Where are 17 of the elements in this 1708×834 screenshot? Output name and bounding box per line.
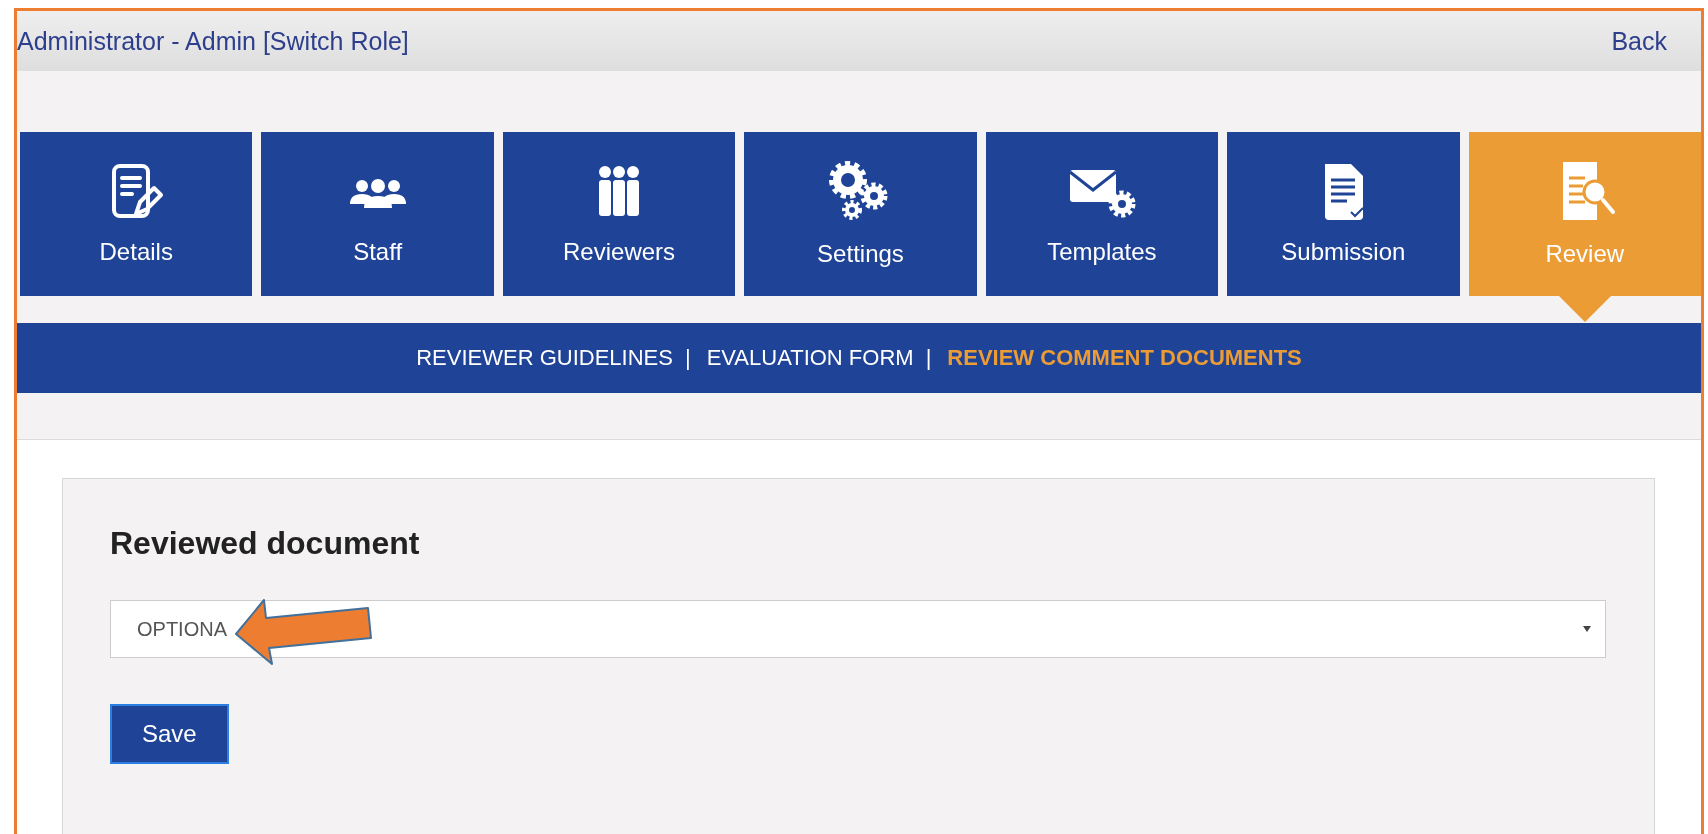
- sub-nav-link[interactable]: EVALUATION FORM: [706, 345, 914, 371]
- sub-nav-link[interactable]: REVIEW COMMENT DOCUMENTS: [947, 345, 1302, 371]
- nav-tab[interactable]: Reviewers: [502, 132, 736, 296]
- switch-role-link[interactable]: Administrator - Admin [Switch Role]: [17, 26, 409, 56]
- caret-icon: [1583, 626, 1591, 632]
- document-select[interactable]: OPTIONA: [110, 600, 1606, 658]
- separator: |: [684, 345, 691, 371]
- nav-tab[interactable]: Details: [20, 132, 253, 296]
- sub-nav-link[interactable]: REVIEWER GUIDELINES: [416, 345, 673, 371]
- nav-tab[interactable]: Settings: [744, 132, 977, 296]
- nav-tab[interactable]: Staff: [261, 132, 494, 296]
- section-heading: Reviewed document: [110, 525, 421, 562]
- nav-tab[interactable]: Submission: [1227, 132, 1460, 296]
- nav-tab[interactable]: Templates: [985, 132, 1219, 296]
- separator: |: [925, 345, 932, 371]
- save-button[interactable]: Save: [110, 704, 229, 764]
- back-link[interactable]: Back: [1611, 26, 1667, 56]
